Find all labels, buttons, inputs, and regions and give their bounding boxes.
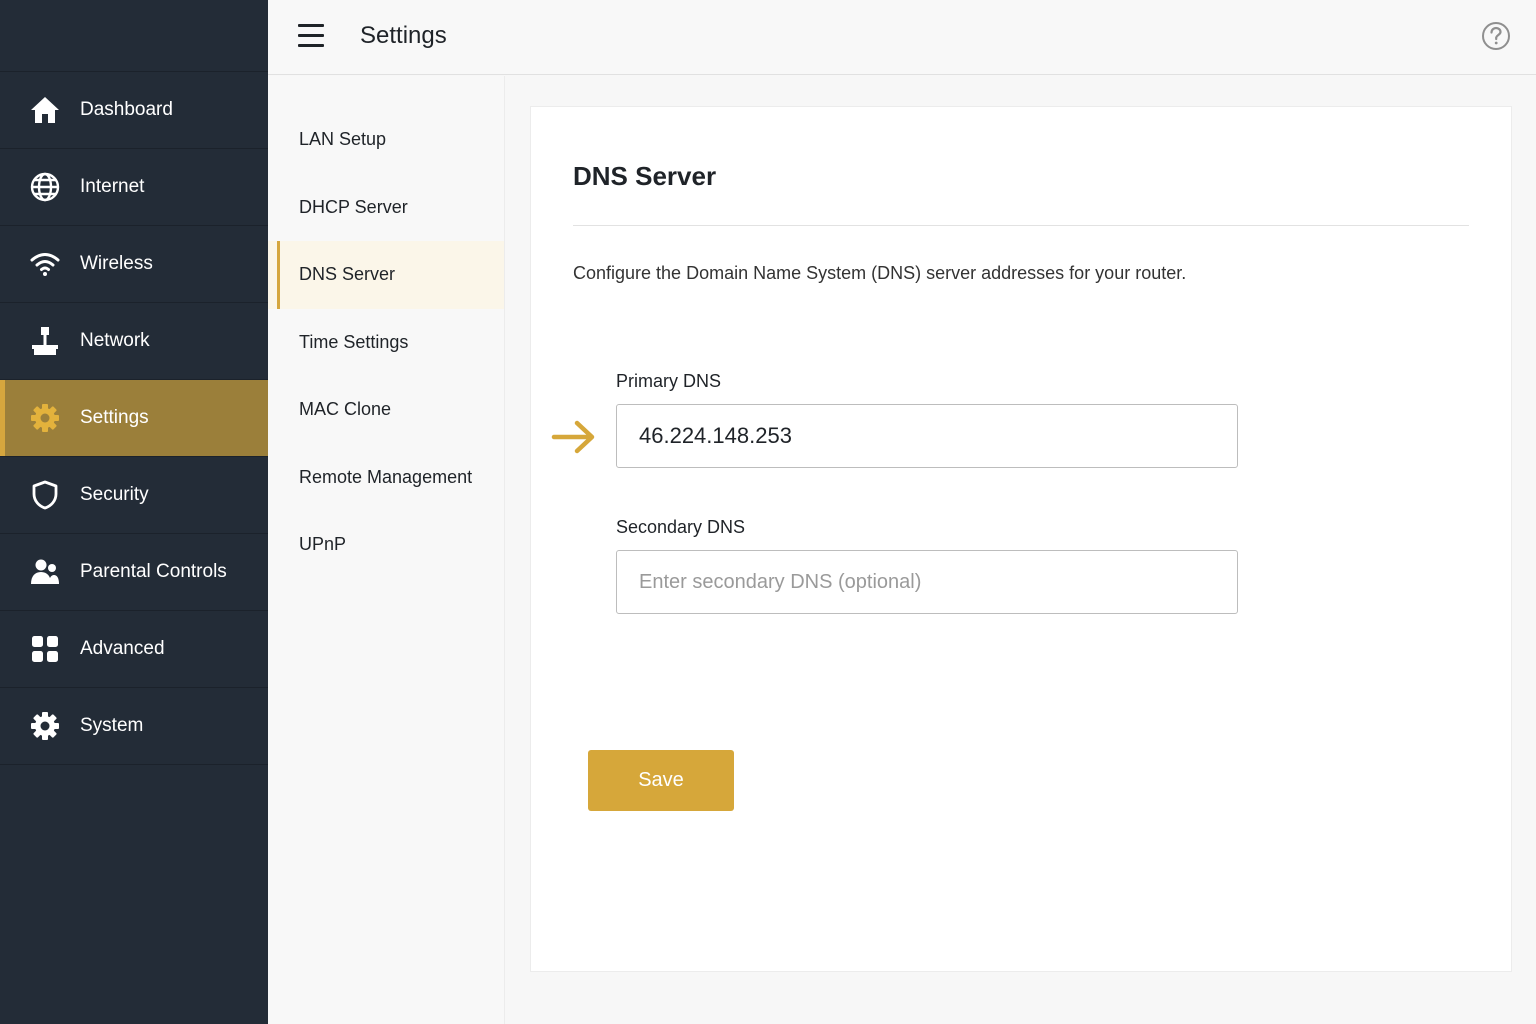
sidebar-item-label: Advanced: [80, 638, 165, 659]
top-bar: Settings: [268, 0, 1536, 75]
subnav-item-mac-clone[interactable]: MAC Clone: [268, 376, 504, 444]
dns-settings-card: DNS Server Configure the Domain Name Sys…: [530, 106, 1512, 972]
sidebar-item-dashboard[interactable]: Dashboard: [0, 72, 268, 149]
sidebar-item-internet[interactable]: Internet: [0, 149, 268, 226]
subnav-item-dns-server[interactable]: DNS Server: [268, 241, 504, 309]
page-title: Settings: [360, 22, 447, 49]
cog-icon: [28, 709, 62, 743]
sidebar-item-label: Dashboard: [80, 99, 173, 120]
network-icon: [28, 324, 62, 358]
sidebar-item-parental-controls[interactable]: Parental Controls: [0, 534, 268, 611]
section-title: DNS Server: [573, 161, 717, 191]
arrow-right-icon: [551, 420, 595, 454]
sidebar-item-network[interactable]: Network: [0, 303, 268, 380]
sidebar-item-security[interactable]: Security: [0, 457, 268, 534]
subnav-item-remote-management[interactable]: Remote Management: [268, 444, 504, 512]
sidebar: Dashboard Internet Wireless Network Sett…: [0, 0, 268, 1024]
sidebar-item-label: Settings: [80, 407, 149, 428]
globe-icon: [28, 170, 62, 204]
sidebar-item-wireless[interactable]: Wireless: [0, 226, 268, 303]
sidebar-item-label: Security: [80, 484, 149, 505]
subnav-item-time-settings[interactable]: Time Settings: [268, 309, 504, 377]
sidebar-item-label: Network: [80, 330, 150, 351]
wifi-icon: [28, 247, 62, 281]
subnav-item-lan-setup[interactable]: LAN Setup: [268, 106, 504, 174]
grid-icon: [28, 632, 62, 666]
shield-icon: [28, 478, 62, 512]
home-icon: [28, 93, 62, 127]
sidebar-header: [0, 0, 268, 72]
divider: [573, 225, 1469, 226]
primary-dns-input[interactable]: [616, 404, 1238, 468]
primary-dns-label: Primary DNS: [616, 371, 722, 391]
hamburger-menu-icon[interactable]: [298, 24, 324, 48]
sidebar-item-settings[interactable]: Settings: [0, 380, 268, 457]
sidebar-item-advanced[interactable]: Advanced: [0, 611, 268, 688]
settings-subnav: LAN Setup DHCP Server DNS Server Time Se…: [268, 76, 505, 1024]
users-icon: [28, 555, 62, 589]
save-button[interactable]: Save: [588, 750, 734, 811]
section-description: Configure the Domain Name System (DNS) s…: [573, 263, 1187, 283]
sidebar-item-label: Wireless: [80, 253, 153, 274]
subnav-item-upnp[interactable]: UPnP: [268, 511, 504, 579]
help-icon[interactable]: [1481, 21, 1511, 51]
sidebar-item-system[interactable]: System: [0, 688, 268, 765]
secondary-dns-input[interactable]: [616, 550, 1238, 614]
gear-icon: [28, 401, 62, 435]
sidebar-item-label: System: [80, 715, 144, 736]
subnav-item-dhcp-server[interactable]: DHCP Server: [268, 174, 504, 242]
secondary-dns-label: Secondary DNS: [616, 517, 746, 537]
sidebar-item-label: Internet: [80, 176, 145, 197]
sidebar-item-label: Parental Controls: [80, 561, 227, 582]
